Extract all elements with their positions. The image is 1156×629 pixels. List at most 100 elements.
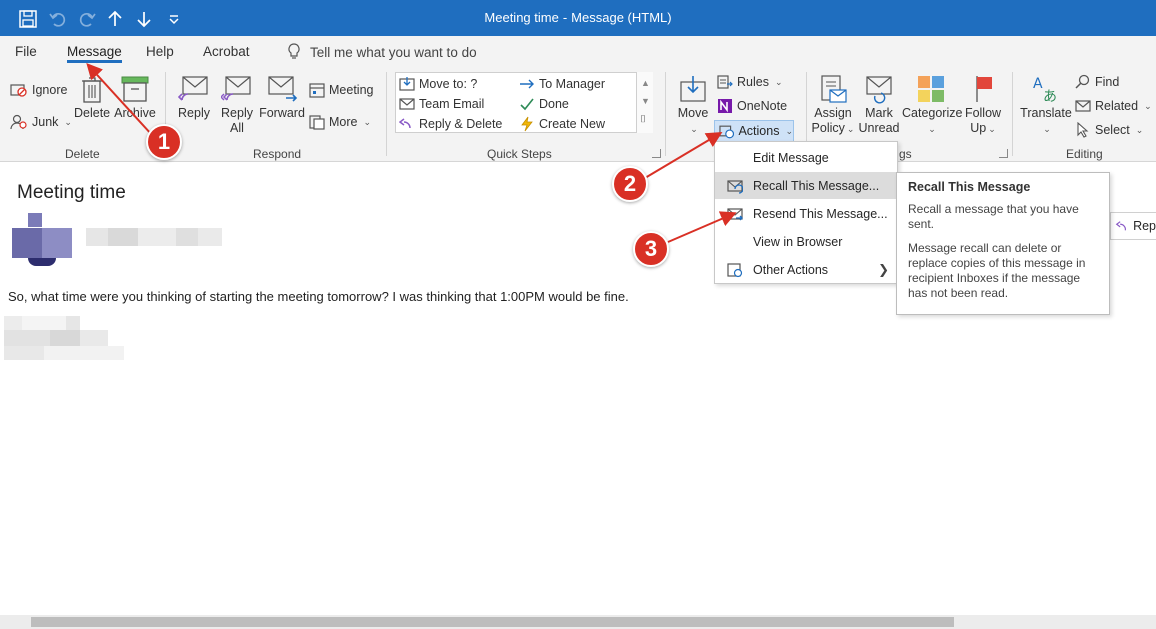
meeting-button[interactable]: Meeting	[309, 82, 373, 98]
tab-file[interactable]: File	[15, 44, 37, 59]
delete-button[interactable]: Delete	[74, 74, 110, 121]
onenote-button[interactable]: OneNote	[717, 98, 787, 114]
archive-icon	[121, 76, 149, 102]
reply-pane-button[interactable]: Rep	[1110, 212, 1156, 240]
junk-chevron-icon: ⌄	[64, 116, 72, 127]
quick-step-team-email[interactable]: Team Email	[399, 96, 484, 112]
step-marker-1: 1	[146, 124, 182, 160]
tab-message[interactable]: Message	[67, 44, 122, 63]
select-chevron-icon: ⌄	[1135, 124, 1144, 135]
move-button[interactable]: Move ⌄	[674, 74, 712, 137]
tags-launcher-icon[interactable]	[999, 149, 1008, 158]
junk-button[interactable]: Junk ⌄	[10, 114, 72, 130]
translate-icon: Aあ	[1033, 76, 1057, 104]
editing-group-label: Editing	[1066, 147, 1103, 161]
tell-me-search[interactable]: Tell me what you want to do	[288, 43, 477, 61]
scrollbar-thumb[interactable]	[31, 617, 954, 627]
mark-unread-button[interactable]: Mark Unread	[857, 74, 901, 136]
window-title: Meeting time - Message (HTML)	[0, 10, 1156, 25]
translate-button[interactable]: Aあ Translate ⌄	[1020, 74, 1072, 137]
more-respond-button[interactable]: More ⌄	[309, 114, 371, 130]
resend-icon	[727, 207, 743, 220]
trash-icon	[82, 77, 102, 103]
rules-icon	[717, 75, 733, 89]
step-marker-2: 2	[612, 166, 648, 202]
meeting-label: Meeting	[329, 83, 374, 97]
categorize-chevron-icon: ⌄	[928, 124, 936, 134]
ribbon-separator	[665, 72, 666, 156]
archive-button[interactable]: Archive	[113, 74, 157, 121]
quick-step-create-new[interactable]: Create New	[519, 116, 605, 132]
quick-steps-expand-icon[interactable]: ⌷	[640, 114, 646, 125]
related-button[interactable]: Related ⌄	[1075, 98, 1152, 114]
checkmark-icon	[520, 98, 534, 111]
ribbon-tabs: File Message Help Acrobat Tell me what y…	[0, 36, 1156, 68]
team-email-icon	[399, 98, 415, 110]
lightbulb-icon	[288, 43, 300, 59]
tell-me-label: Tell me what you want to do	[310, 44, 477, 60]
meeting-icon	[309, 83, 325, 98]
resend-message-label: Resend This Message...	[753, 206, 888, 221]
other-actions-icon	[727, 262, 743, 277]
window-title-suffix: Message (HTML)	[571, 10, 672, 25]
assign-policy-label-1: Assign	[814, 106, 852, 120]
reply-icon	[178, 76, 208, 101]
reply-all-button[interactable]: Reply All	[217, 74, 257, 136]
tab-acrobat[interactable]: Acrobat	[203, 44, 250, 59]
assign-policy-button[interactable]: Assign Policy ⌄	[810, 74, 856, 137]
quick-step-done[interactable]: Done	[519, 96, 569, 112]
junk-icon	[10, 114, 27, 130]
window-title-separator: -	[562, 10, 568, 25]
menu-item-view-in-browser[interactable]: View in Browser	[715, 228, 897, 255]
select-button[interactable]: Select ⌄	[1075, 122, 1143, 138]
reply-button[interactable]: Reply	[175, 74, 213, 121]
related-chevron-icon: ⌄	[1144, 100, 1152, 111]
onenote-icon	[718, 99, 732, 113]
quick-steps-group-label: Quick Steps	[487, 147, 552, 161]
reply-pane-label: Rep	[1133, 219, 1156, 233]
quick-step-reply-delete[interactable]: Reply & Delete	[399, 116, 502, 132]
follow-up-label-1: Follow	[964, 106, 1002, 120]
quick-step-to-manager[interactable]: To Manager	[519, 76, 605, 92]
message-body: So, what time were you thinking of start…	[8, 289, 629, 304]
quick-step-move-to[interactable]: Move to: ?	[399, 76, 477, 92]
mark-unread-icon	[866, 76, 892, 104]
quick-steps-launcher-icon[interactable]	[652, 149, 661, 158]
follow-up-button[interactable]: Follow Up ⌄	[962, 74, 1004, 137]
view-in-browser-label: View in Browser	[753, 234, 843, 249]
tab-help[interactable]: Help	[146, 44, 174, 59]
forward-button[interactable]: Forward	[258, 74, 306, 121]
reply-delete-label: Reply & Delete	[419, 117, 503, 131]
reply-label: Reply	[178, 106, 210, 120]
recall-tooltip: Recall This Message Recall a message tha…	[896, 172, 1110, 315]
menu-item-other-actions[interactable]: Other Actions ❯	[715, 256, 897, 283]
menu-item-edit-message[interactable]: Edit Message	[715, 144, 897, 171]
step-marker-3: 3	[633, 231, 669, 267]
move-folder-icon	[680, 76, 706, 102]
quick-steps-scroll[interactable]: ▲ ▼ ⌷	[636, 72, 653, 133]
quick-steps-up-icon[interactable]: ▲	[641, 78, 650, 88]
categorize-button[interactable]: Categorize ⌄	[902, 74, 962, 137]
delete-label: Delete	[74, 106, 111, 120]
assign-policy-label-2: Policy	[811, 121, 845, 135]
ignore-button[interactable]: Ignore	[10, 82, 67, 98]
mark-unread-label-2: Unread	[858, 121, 900, 135]
actions-button[interactable]: Actions ⌄	[714, 120, 794, 142]
team-email-label: Team Email	[419, 97, 485, 111]
junk-label: Junk	[32, 115, 59, 129]
move-chevron-icon: ⌄	[690, 124, 698, 134]
move-label: Move	[677, 106, 709, 120]
svg-text:あ: あ	[1043, 89, 1057, 104]
rules-button[interactable]: Rules ⌄	[717, 74, 783, 90]
to-manager-label: To Manager	[539, 77, 606, 91]
tooltip-title: Recall This Message	[908, 180, 1031, 194]
find-button[interactable]: Find	[1075, 74, 1119, 90]
more-chevron-icon: ⌄	[363, 116, 372, 127]
quick-steps-down-icon[interactable]: ▼	[641, 96, 650, 106]
menu-item-resend-message[interactable]: Resend This Message...	[715, 200, 897, 227]
follow-up-label-2: Up	[970, 121, 987, 135]
ignore-icon	[10, 84, 27, 97]
ribbon-separator	[1012, 72, 1013, 156]
horizontal-scrollbar[interactable]	[0, 615, 1156, 629]
menu-item-recall-message[interactable]: Recall This Message...	[715, 172, 897, 199]
